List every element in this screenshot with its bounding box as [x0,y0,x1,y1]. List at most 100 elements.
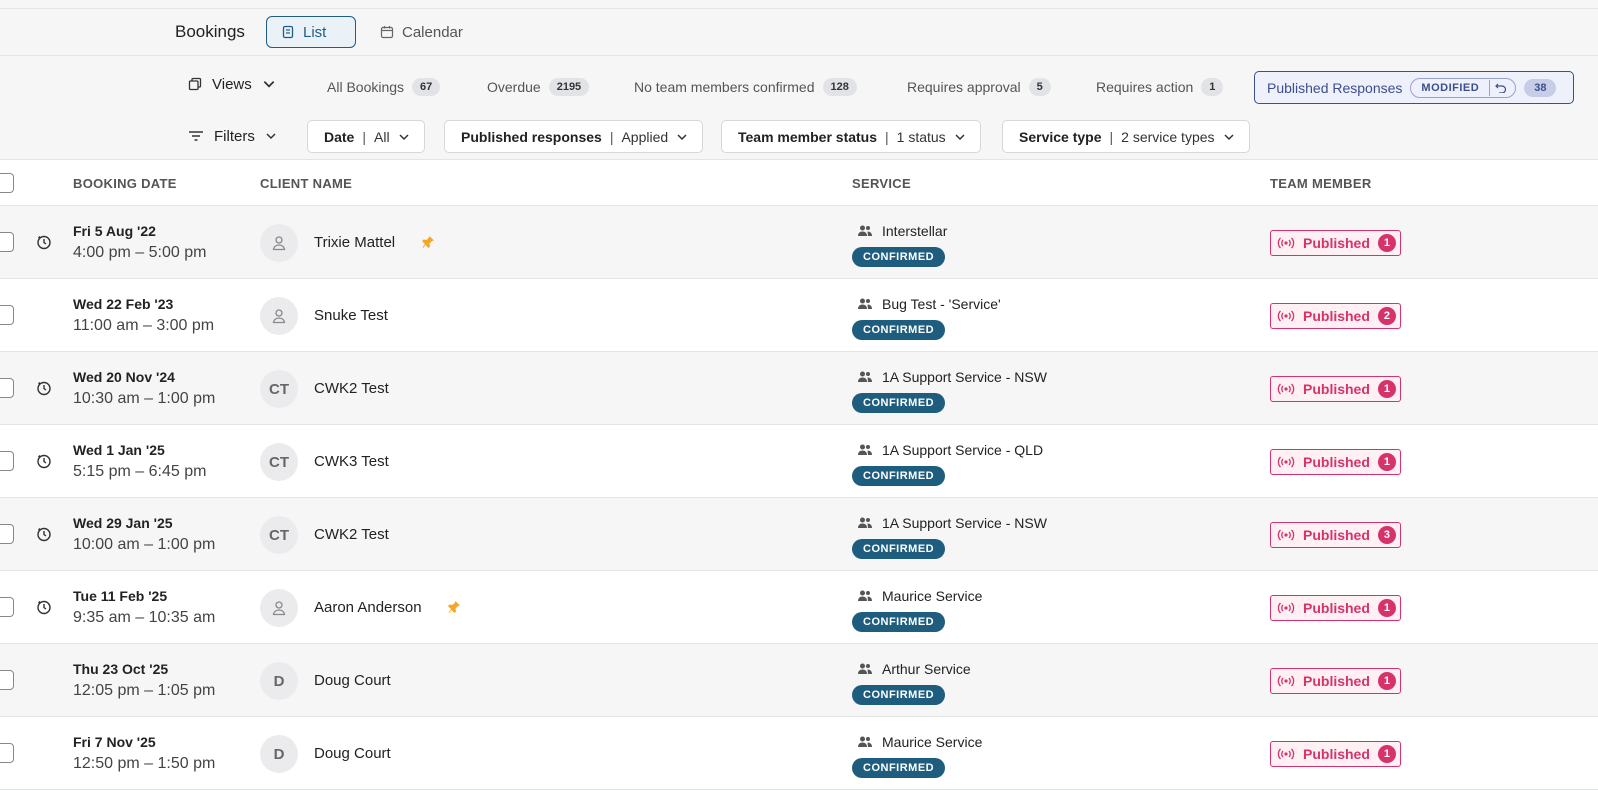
recurring-clock-icon [37,235,51,250]
pin-icon[interactable] [447,600,461,614]
row-checkbox[interactable] [0,232,14,252]
client-name[interactable]: Snuke Test [314,307,388,324]
team-member-published-badge[interactable]: Published 1 [1270,449,1401,475]
column-header-booking-date[interactable]: BOOKING DATE [73,176,177,191]
avatar: CT [260,370,298,408]
service-name[interactable]: Interstellar [882,223,947,239]
team-member-published-badge[interactable]: Published 1 [1270,376,1401,402]
segment-count: 5 [1028,78,1051,96]
filters-button[interactable]: Filters [188,122,277,150]
team-member-published-badge[interactable]: Published 3 [1270,522,1401,548]
published-label: Published [1303,527,1370,543]
published-label: Published [1303,673,1370,689]
group-icon [858,371,872,382]
row-checkbox[interactable] [0,743,14,763]
table-row[interactable]: Wed 22 Feb '23 11:00 am – 3:00 pm Snuke Te… [0,279,1598,352]
service-name[interactable]: 1A Support Service - QLD [882,442,1043,458]
chevron-down-icon [263,81,275,88]
service-name[interactable]: 1A Support Service - NSW [882,515,1047,531]
broadcast-icon [1277,456,1295,468]
chevron-down-icon [1223,133,1234,140]
tab-list-label: List [303,23,327,41]
top-bar: Bookings List Calendar [0,8,1598,56]
tab-calendar[interactable]: Calendar [366,16,477,48]
team-member-published-badge[interactable]: Published 1 [1270,741,1401,767]
table-row[interactable]: Fri 7 Nov '25 12:50 pm – 1:50 pm D Doug Cou… [0,717,1598,790]
segment-overdue[interactable]: Overdue 2195 [487,75,590,99]
segment-requires-action[interactable]: Requires action 1 [1096,75,1224,99]
service-name[interactable]: 1A Support Service - NSW [882,369,1047,385]
row-checkbox[interactable] [0,305,14,325]
segment-requires-approval[interactable]: Requires approval 5 [907,75,1051,99]
avatar [260,297,298,335]
table-row[interactable]: Wed 1 Jan '25 5:15 pm – 6:45 pm CT CWK3 Tes… [0,425,1598,498]
column-header-service[interactable]: SERVICE [852,176,911,191]
published-count: 1 [1377,380,1396,398]
client-name[interactable]: Doug Court [314,745,391,762]
views-button[interactable]: Views [188,70,276,98]
table-row[interactable]: Wed 20 Nov '24 10:30 am – 1:00 pm CT CWK2 T… [0,352,1598,425]
segment-all-bookings[interactable]: All Bookings 67 [327,75,441,99]
client-name[interactable]: Aaron Anderson [314,599,422,616]
client-name[interactable]: CWK2 Test [314,526,389,543]
service-name[interactable]: Arthur Service [882,661,971,677]
row-checkbox[interactable] [0,451,14,471]
client-name[interactable]: Trixie Mattel [314,234,395,251]
team-member-published-badge[interactable]: Published 1 [1270,230,1401,256]
published-count: 1 [1377,599,1396,617]
filter-name: Team member status [738,128,878,145]
service-name[interactable]: Bug Test - 'Service' [882,296,1001,312]
published-count: 1 [1377,453,1396,471]
chevron-down-icon [677,133,687,140]
filter-date[interactable]: Date | All [307,120,425,153]
published-label: Published [1303,381,1370,397]
tab-list[interactable]: List [266,16,356,48]
team-member-published-badge[interactable]: Published 1 [1270,595,1401,621]
status-badge: CONFIRMED [852,539,946,559]
filter-team-member-status[interactable]: Team member status | 1 status [721,120,981,153]
row-checkbox[interactable] [0,597,14,617]
table-row[interactable]: Tue 11 Feb '25 9:35 am – 10:35 am Aaron An… [0,571,1598,644]
booking-time: 4:00 pm – 5:00 pm [73,244,207,261]
filter-published-responses[interactable]: Published responses | Applied [444,120,704,153]
filters-label: Filters [214,127,255,145]
recurring-clock-icon [37,600,51,615]
service-name[interactable]: Maurice Service [882,734,982,750]
broadcast-icon [1277,529,1295,541]
status-badge: CONFIRMED [852,758,946,778]
segment-published-responses[interactable]: Published Responses MODIFIED 38 [1254,71,1574,104]
table-row[interactable]: Wed 29 Jan '25 10:00 am – 1:00 pm CT CWK2 T… [0,498,1598,571]
select-all-checkbox[interactable] [0,173,14,193]
published-count: 1 [1377,745,1396,763]
table-row[interactable]: Thu 23 Oct '25 12:05 pm – 1:05 pm D Doug Co… [0,644,1598,717]
chevron-down-icon [266,133,276,140]
status-badge: CONFIRMED [852,393,946,413]
client-name[interactable]: CWK2 Test [314,380,389,397]
row-checkbox[interactable] [0,524,14,544]
column-header-team-member[interactable]: TEAM MEMBER [1270,176,1372,191]
client-name[interactable]: Doug Court [314,672,391,689]
team-member-published-badge[interactable]: Published 1 [1270,668,1401,694]
avatar: CT [260,516,298,554]
recurring-clock-icon [37,454,51,469]
filter-value: 2 service types [1121,128,1215,145]
published-count: 3 [1377,526,1396,544]
undo-button[interactable] [1489,79,1511,96]
team-member-published-badge[interactable]: Published 2 [1270,303,1401,329]
status-badge: CONFIRMED [852,612,946,632]
segment-count: 2195 [548,78,590,96]
filter-service-type[interactable]: Service type | 2 service types [1002,120,1250,153]
service-name[interactable]: Maurice Service [882,588,982,604]
modified-badge: MODIFIED [1410,77,1517,98]
booking-date: Wed 20 Nov '24 [73,369,175,385]
column-header-client-name[interactable]: CLIENT NAME [260,176,352,191]
avatar [260,224,298,262]
booking-date: Fri 5 Aug '22 [73,223,156,239]
group-icon [858,225,872,236]
row-checkbox[interactable] [0,670,14,690]
pin-icon[interactable] [421,235,435,249]
segment-no-team-members[interactable]: No team members confirmed 128 [634,75,857,99]
table-row[interactable]: Fri 5 Aug '22 4:00 pm – 5:00 pm Trixie Mat… [0,206,1598,279]
row-checkbox[interactable] [0,378,14,398]
client-name[interactable]: CWK3 Test [314,453,389,470]
